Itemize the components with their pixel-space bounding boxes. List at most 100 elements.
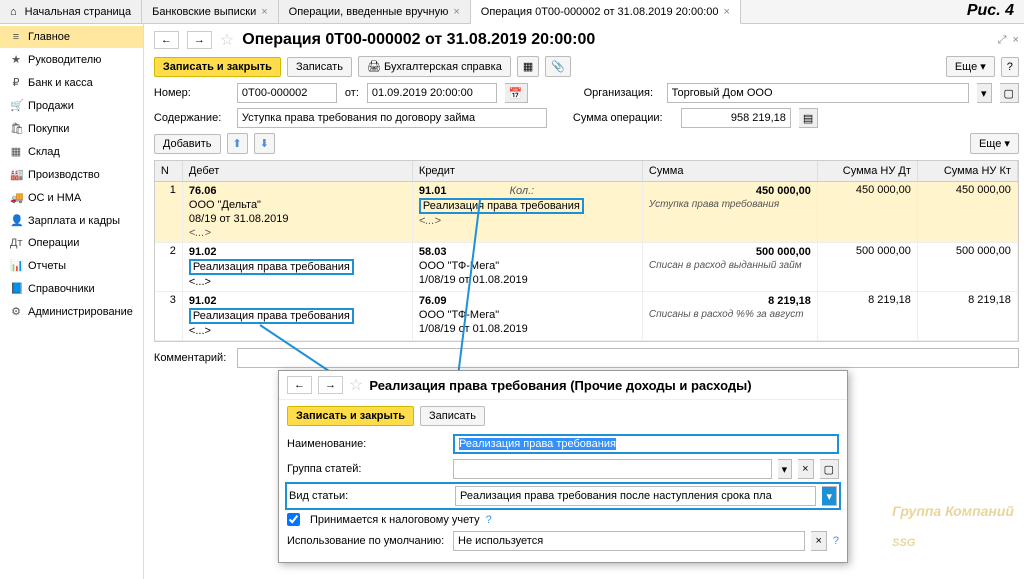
open-icon[interactable]: ▢ — [820, 459, 839, 479]
close-icon[interactable]: × — [724, 6, 730, 18]
nav-back-button[interactable]: ← — [154, 31, 179, 49]
tab-home[interactable]: Начальная страница — [0, 0, 142, 23]
calendar-icon[interactable]: 📅 — [505, 83, 528, 103]
dropdown-icon[interactable]: ▾ — [778, 459, 793, 479]
entries-table: N Дебет Кредит Сумма Сумма НУ Дт Сумма Н… — [154, 160, 1019, 342]
col-debit[interactable]: Дебет — [183, 161, 413, 181]
sidebar-item-label: Операции — [28, 237, 79, 249]
sidebar-item-label: ОС и НМА — [28, 192, 81, 204]
sidebar-item-label: Производство — [28, 169, 100, 181]
sidebar-icon: 📊 — [10, 259, 22, 272]
clear-icon[interactable]: × — [811, 531, 826, 551]
comment-label: Комментарий: — [154, 352, 229, 364]
comment-input[interactable] — [237, 348, 1019, 368]
popup-dialog: ← → ☆ Реализация права требования (Прочи… — [278, 370, 848, 563]
sidebar-item[interactable]: Дт Операции — [0, 232, 143, 254]
col-sum[interactable]: Сумма — [643, 161, 818, 181]
num-label: Номер: — [154, 87, 229, 99]
popup-default-input[interactable]: Не используется — [453, 531, 805, 551]
sidebar-icon: ≡ — [10, 31, 22, 43]
star-icon[interactable]: ☆ — [220, 30, 234, 50]
help-icon[interactable]: ? — [833, 535, 839, 547]
popup-back[interactable]: ← — [287, 376, 312, 394]
calc-icon[interactable]: ▤ — [799, 108, 818, 128]
sidebar-icon: ★ — [10, 53, 22, 66]
tab-bar: Начальная страница Банковские выписки× О… — [0, 0, 1024, 24]
sidebar-item[interactable]: ▦Склад — [0, 140, 143, 163]
sidebar-item[interactable]: 📘 Справочники — [0, 277, 143, 300]
sidebar-item-label: Отчеты — [28, 260, 66, 272]
close-icon[interactable]: × — [261, 6, 267, 18]
table-row[interactable]: 176.06ООО "Дельта"08/19 от 31.08.2019<..… — [155, 182, 1018, 243]
popup-name-label: Наименование: — [287, 438, 447, 450]
popup-group-input[interactable] — [453, 459, 772, 479]
add-button[interactable]: Добавить — [154, 134, 221, 154]
dropdown-icon[interactable]: ▾ — [822, 486, 837, 506]
sidebar-item[interactable]: 🚚ОС и НМА — [0, 186, 143, 209]
move-up-icon[interactable]: ⬆ — [227, 133, 248, 154]
sum-input[interactable] — [681, 108, 791, 128]
content-input[interactable] — [237, 108, 547, 128]
popup-fwd[interactable]: → — [318, 376, 343, 394]
sidebar-icon: 🛒 — [10, 99, 22, 112]
sidebar-item[interactable]: 🏭Производство — [0, 163, 143, 186]
star-icon[interactable]: ☆ — [349, 375, 363, 395]
sidebar-icon: ₽ — [10, 76, 22, 89]
sidebar-item[interactable]: 🛍Покупки — [0, 117, 143, 140]
sidebar-item-label: Руководителю — [28, 54, 101, 66]
sidebar-item-label: Справочники — [28, 283, 95, 295]
more-button[interactable]: Еще ▾ — [946, 56, 995, 77]
col-nuk[interactable]: Сумма НУ Кт — [918, 161, 1018, 181]
org-input[interactable] — [667, 83, 969, 103]
help-icon[interactable]: ? — [486, 514, 492, 526]
tool-icon-1[interactable]: ▦ — [517, 56, 539, 77]
tab-bank[interactable]: Банковские выписки× — [142, 0, 279, 23]
open-icon[interactable]: ▢ — [1000, 83, 1019, 103]
sidebar-icon: ▦ — [10, 145, 22, 158]
tab-operation[interactable]: Операция 0Т00-000002 от 31.08.2019 20:00… — [471, 0, 741, 24]
num-input[interactable] — [237, 83, 337, 103]
link-icon[interactable]: ⤢ — [998, 34, 1007, 47]
table-row[interactable]: 291.02Реализация права требования<...>58… — [155, 243, 1018, 292]
popup-save-close[interactable]: Записать и закрыть — [287, 406, 414, 426]
sidebar-item[interactable]: 👤Зарплата и кадры — [0, 209, 143, 232]
sidebar-item-label: Зарплата и кадры — [28, 215, 120, 227]
sidebar-icon: Дт — [10, 237, 22, 249]
sidebar-icon: ⚙ — [10, 305, 22, 318]
tax-checkbox[interactable] — [287, 513, 300, 526]
help-button[interactable]: ? — [1001, 57, 1019, 77]
from-label: от: — [345, 87, 359, 99]
print-button[interactable]: 🖨 Бухгалтерская справка — [358, 56, 511, 77]
tax-label: Принимается к налоговому учету — [310, 514, 480, 526]
date-input[interactable] — [367, 83, 497, 103]
tab-manual-ops[interactable]: Операции, введенные вручную× — [279, 0, 471, 23]
clear-icon[interactable]: × — [798, 459, 813, 479]
more-button-2[interactable]: Еще ▾ — [970, 133, 1019, 154]
save-close-button[interactable]: Записать и закрыть — [154, 57, 281, 77]
sidebar-item[interactable]: 🛒Продажи — [0, 94, 143, 117]
table-row[interactable]: 391.02Реализация права требования<...>76… — [155, 292, 1018, 341]
nav-fwd-button[interactable]: → — [187, 31, 212, 49]
popup-name-input[interactable]: Реализация права требования — [453, 434, 839, 454]
save-button[interactable]: Записать — [287, 57, 352, 77]
dropdown-icon[interactable]: ▾ — [977, 83, 992, 103]
content-label: Содержание: — [154, 112, 229, 124]
sidebar-item[interactable]: ★ Руководителю — [0, 48, 143, 71]
sidebar-item[interactable]: ₽Банк и касса — [0, 71, 143, 94]
popup-group-label: Группа статей: — [287, 463, 447, 475]
popup-type-input[interactable]: Реализация права требования после наступ… — [455, 486, 816, 506]
attach-icon[interactable]: 📎 — [545, 56, 571, 77]
close-icon[interactable]: × — [1012, 34, 1018, 47]
move-down-icon[interactable]: ⬇ — [254, 133, 275, 154]
sidebar-icon: 📘 — [10, 282, 22, 295]
sidebar-item-label: Главное — [28, 31, 70, 43]
close-icon[interactable]: × — [453, 6, 459, 18]
figure-label: Рис. 4 — [967, 2, 1014, 20]
col-nud[interactable]: Сумма НУ Дт — [818, 161, 918, 181]
popup-save[interactable]: Записать — [420, 406, 485, 426]
sidebar-item[interactable]: ⚙Администрирование — [0, 300, 143, 323]
sidebar-item[interactable]: 📊 Отчеты — [0, 254, 143, 277]
col-credit[interactable]: Кредит — [413, 161, 643, 181]
col-n[interactable]: N — [155, 161, 183, 181]
sidebar-item[interactable]: ≡ Главное — [0, 26, 143, 48]
